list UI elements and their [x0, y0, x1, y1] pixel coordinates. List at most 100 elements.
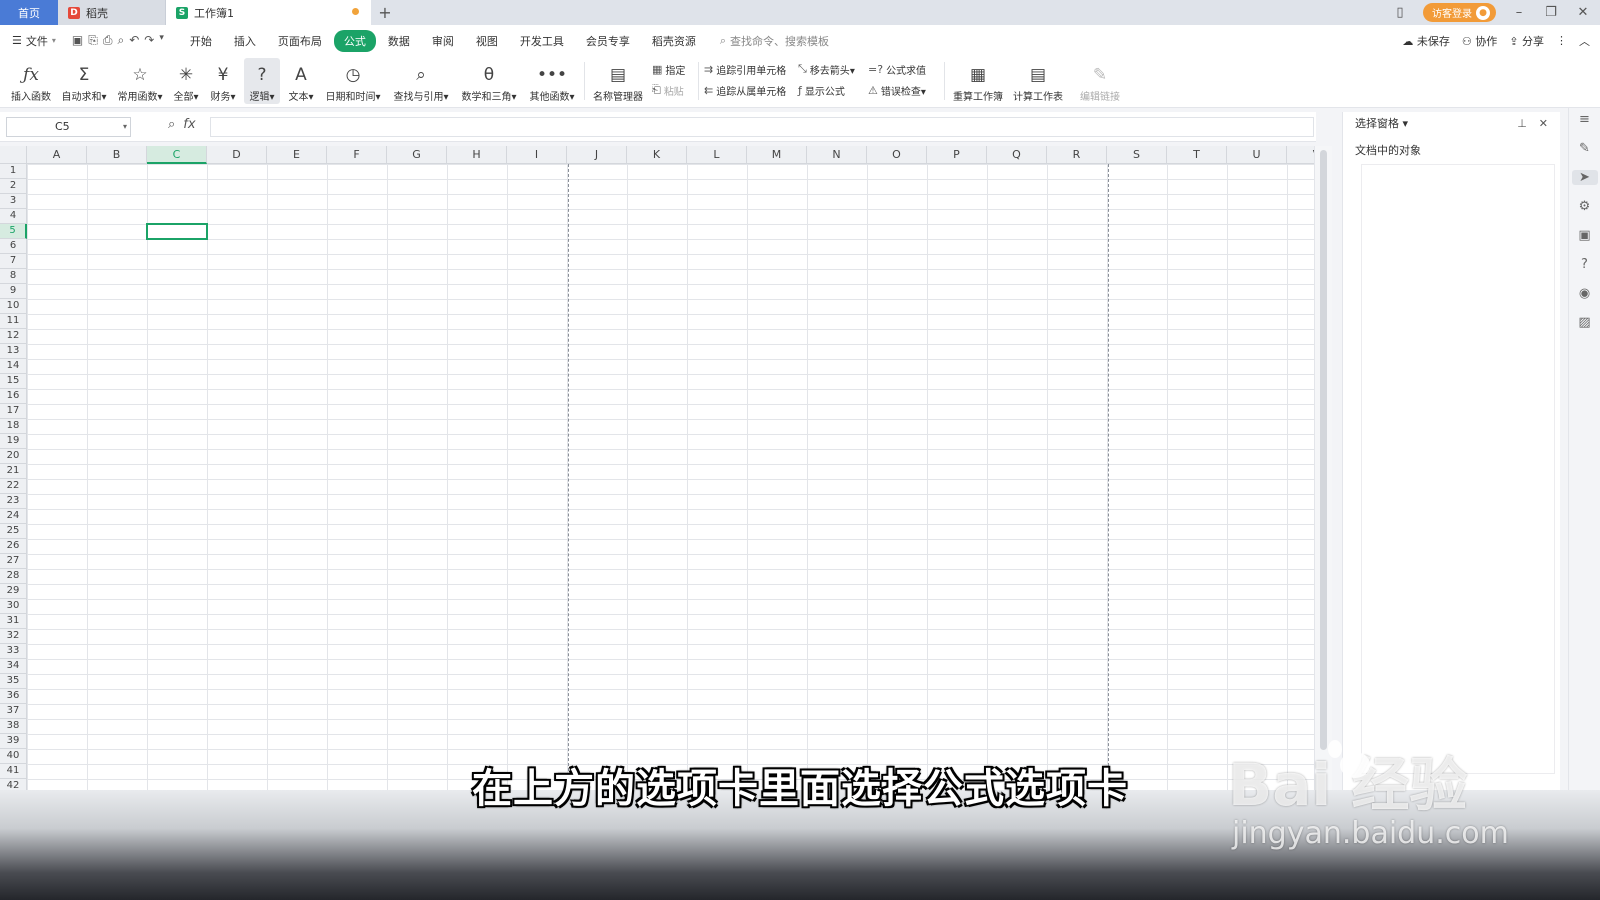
row-header[interactable]: 12	[0, 329, 27, 344]
file-menu[interactable]: ☰ 文件 ▾	[0, 33, 66, 49]
fx-icon[interactable]: fx	[183, 117, 195, 132]
column-header[interactable]: N	[807, 146, 867, 164]
other-functions-button[interactable]: ••• 其他函数▾	[526, 58, 578, 104]
column-header[interactable]: C	[147, 146, 207, 164]
cell-area[interactable]	[27, 164, 1314, 796]
row-header[interactable]: 19	[0, 434, 27, 449]
row-header[interactable]: 39	[0, 734, 27, 749]
zoom-icon[interactable]: ⌕	[168, 117, 175, 132]
specify-button[interactable]: ▦ 指定	[652, 59, 685, 79]
redo-icon[interactable]: ↷	[144, 33, 154, 48]
error-check-button[interactable]: ⚠ 错误检查▾	[868, 80, 926, 100]
restore-icon[interactable]: ❐	[1542, 5, 1560, 20]
row-header[interactable]: 37	[0, 704, 27, 719]
row-header[interactable]: 17	[0, 404, 27, 419]
column-header[interactable]: O	[867, 146, 927, 164]
finance-button[interactable]: ¥ 财务▾	[206, 58, 240, 104]
layout-icon[interactable]: ▯	[1391, 5, 1409, 20]
backup-icon[interactable]: ▣	[1578, 228, 1590, 243]
print-preview-icon[interactable]: ⌕	[117, 33, 124, 48]
column-header[interactable]: P	[927, 146, 987, 164]
row-header[interactable]: 22	[0, 479, 27, 494]
row-header[interactable]: 11	[0, 314, 27, 329]
column-header[interactable]: T	[1167, 146, 1227, 164]
column-header[interactable]: H	[447, 146, 507, 164]
row-header[interactable]: 6	[0, 239, 27, 254]
row-header[interactable]: 5	[0, 224, 27, 239]
tab-insert[interactable]: 插入	[224, 30, 266, 52]
customize-icon[interactable]: ▾	[159, 33, 164, 48]
tab-daoke-resources[interactable]: 稻壳资源	[642, 30, 706, 52]
tab-page-layout[interactable]: 页面布局	[268, 30, 332, 52]
row-header[interactable]: 32	[0, 629, 27, 644]
column-header[interactable]: F	[327, 146, 387, 164]
row-header[interactable]: 25	[0, 524, 27, 539]
row-header[interactable]: 21	[0, 464, 27, 479]
visitor-login-button[interactable]: 访客登录 ●	[1423, 3, 1496, 22]
logic-button[interactable]: ? 逻辑▾	[244, 58, 280, 104]
autosum-button[interactable]: Σ 自动求和▾	[58, 58, 110, 104]
row-header[interactable]: 2	[0, 179, 27, 194]
more-icon[interactable]: ⋮	[1556, 34, 1567, 47]
settings-sliders-icon[interactable]: ⚙	[1579, 199, 1591, 214]
collab-button[interactable]: ⚇ 协作	[1462, 33, 1497, 49]
tab-member[interactable]: 会员专享	[576, 30, 640, 52]
tab-formulas[interactable]: 公式	[333, 29, 376, 52]
row-header[interactable]: 3	[0, 194, 27, 209]
common-functions-button[interactable]: ☆ 常用函数▾	[114, 58, 166, 104]
row-header[interactable]: 1	[0, 164, 27, 179]
selected-cell[interactable]	[146, 223, 208, 240]
tab-workbook[interactable]: S 工作簿1	[166, 0, 371, 25]
column-header[interactable]: D	[207, 146, 267, 164]
tab-developer[interactable]: 开发工具	[510, 30, 574, 52]
row-header[interactable]: 33	[0, 644, 27, 659]
selection-pane-title[interactable]: 选择窗格 ▾	[1355, 115, 1408, 131]
column-header[interactable]: U	[1227, 146, 1287, 164]
collapse-ribbon-icon[interactable]: ︿	[1579, 33, 1590, 49]
paste-button[interactable]: ⎗ 粘贴	[652, 80, 684, 100]
row-header[interactable]: 34	[0, 659, 27, 674]
row-header[interactable]: 23	[0, 494, 27, 509]
calc-sheet-button[interactable]: ▤ 计算工作表	[1010, 58, 1066, 104]
command-search[interactable]: ⌕ 查找命令、搜索模板	[720, 33, 829, 49]
vertical-scrollbar[interactable]	[1314, 146, 1332, 796]
show-formulas-button[interactable]: ƒ 显示公式	[798, 80, 845, 100]
row-header[interactable]: 27	[0, 554, 27, 569]
tab-view[interactable]: 视图	[466, 30, 508, 52]
share-button[interactable]: ⇪ 分享	[1509, 33, 1544, 49]
column-header[interactable]: L	[687, 146, 747, 164]
datetime-button[interactable]: ◷ 日期和时间▾	[322, 58, 384, 104]
column-header[interactable]: A	[27, 146, 87, 164]
row-header[interactable]: 38	[0, 719, 27, 734]
column-header[interactable]: S	[1107, 146, 1167, 164]
row-header[interactable]: 20	[0, 449, 27, 464]
lookup-button[interactable]: ⌕ 查找与引用▾	[390, 58, 452, 104]
row-header[interactable]: 13	[0, 344, 27, 359]
recalc-workbook-button[interactable]: ▦ 重算工作簿	[950, 58, 1006, 104]
row-header[interactable]: 29	[0, 584, 27, 599]
eval-formula-button[interactable]: =? 公式求值	[868, 59, 926, 79]
tab-review[interactable]: 审阅	[422, 30, 464, 52]
row-header[interactable]: 26	[0, 539, 27, 554]
print-icon[interactable]: ⎙	[103, 33, 113, 48]
all-functions-button[interactable]: ✳ 全部▾	[170, 58, 202, 104]
row-header[interactable]: 28	[0, 569, 27, 584]
text-functions-button[interactable]: A 文本▾	[284, 58, 318, 104]
row-header[interactable]: 9	[0, 284, 27, 299]
cursor-icon[interactable]: ➤	[1571, 170, 1598, 185]
column-header[interactable]: E	[267, 146, 327, 164]
row-header[interactable]: 31	[0, 614, 27, 629]
style-icon[interactable]: ✎	[1579, 141, 1590, 156]
row-header[interactable]: 18	[0, 419, 27, 434]
column-header[interactable]: B	[87, 146, 147, 164]
column-header[interactable]: R	[1047, 146, 1107, 164]
row-header[interactable]: 30	[0, 599, 27, 614]
row-header[interactable]: 16	[0, 389, 27, 404]
pin-icon[interactable]: ⊥	[1517, 117, 1527, 130]
tab-home[interactable]: 首页	[0, 0, 58, 25]
column-header[interactable]: M	[747, 146, 807, 164]
select-all-corner[interactable]	[0, 146, 27, 164]
row-header[interactable]: 14	[0, 359, 27, 374]
tab-daoke[interactable]: D 稻壳	[58, 0, 166, 25]
column-header[interactable]: K	[627, 146, 687, 164]
